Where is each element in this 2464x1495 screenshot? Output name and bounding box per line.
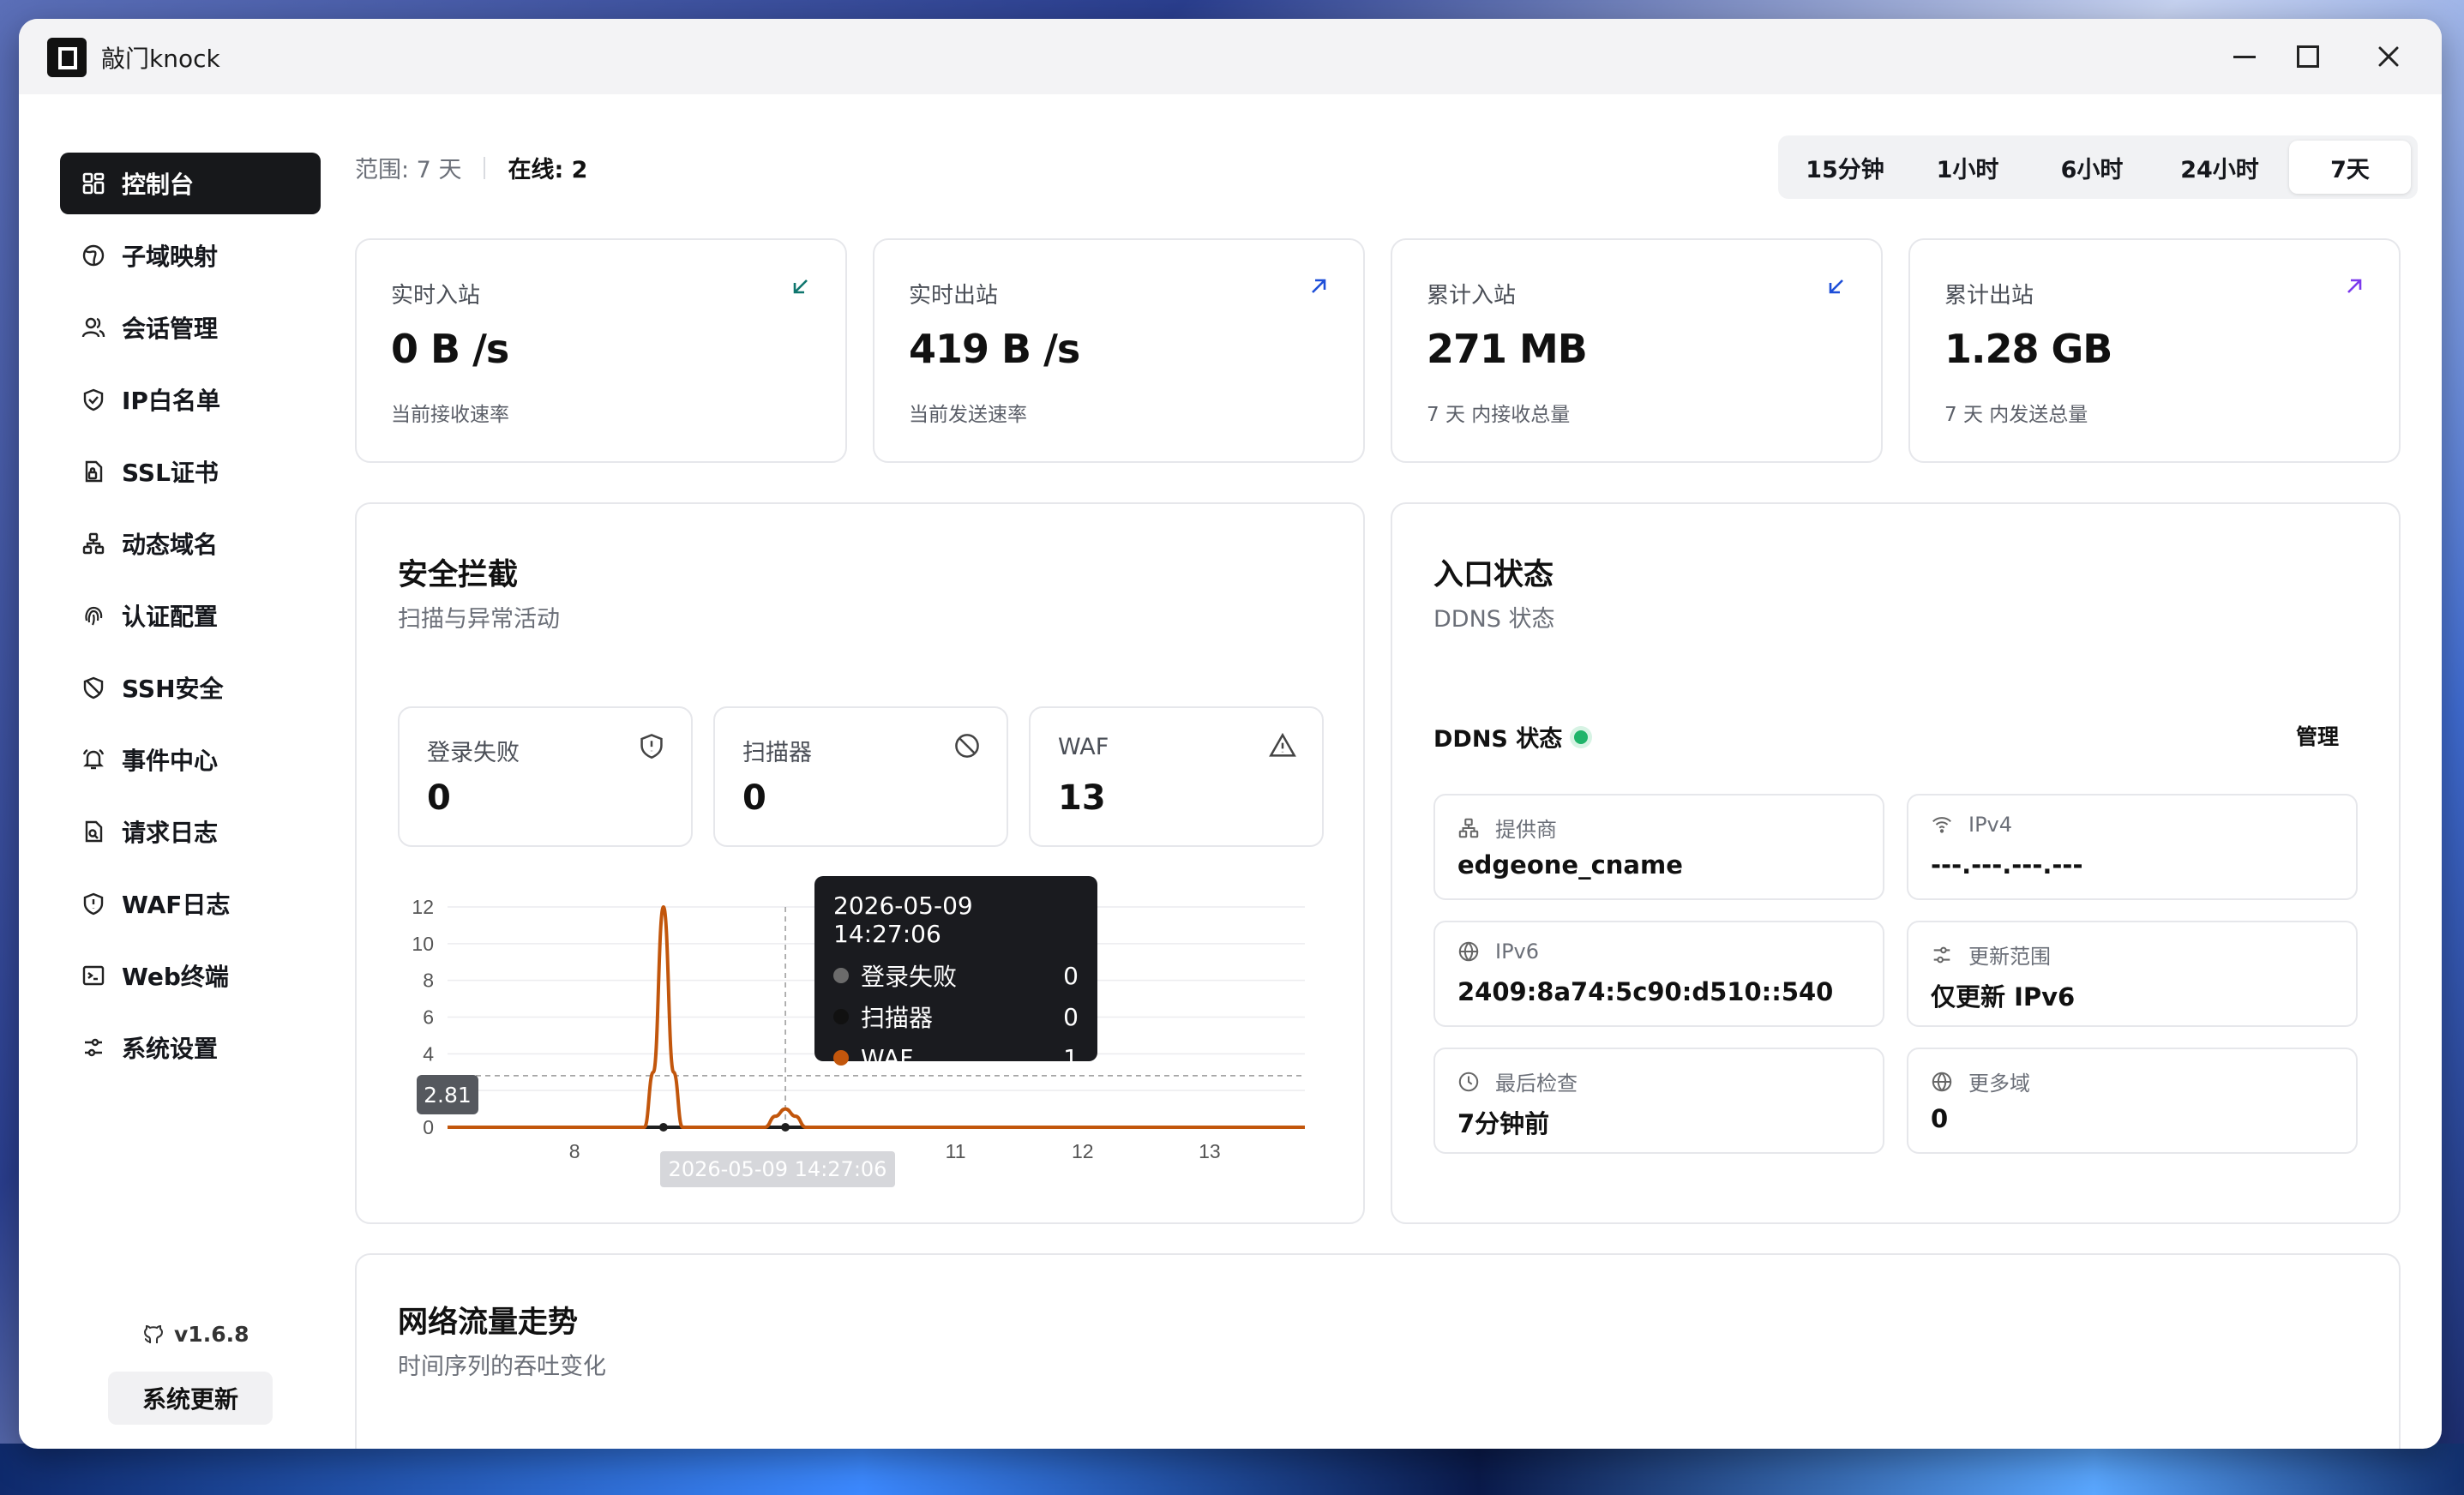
sliders-icon [1933,946,1950,963]
globe-icon [1932,1072,1952,1091]
tooltip-series-name: WAF [861,1043,914,1072]
x-tick-label: 8 [569,1140,580,1162]
entry-status-panel: 入口状态 DDNS 状态 DDNS 状态 管理 提供商 edgeone_cnam… [1391,502,2401,1224]
data-point [658,1123,668,1132]
tooltip-series-name: 登录失败 [861,963,958,991]
tooltip-series-value: 0 [1063,1002,1079,1031]
info-label-text: 最后检查 [1495,1072,1578,1096]
ddns-status-heading: DDNS 状态 [1433,720,1589,754]
info-label: 提供商 [1457,813,1557,843]
y-tick-label: 10 [412,933,434,955]
info-label-text: 更新范围 [1968,945,2051,969]
desktop-wallpaper [0,1444,2464,1495]
wifi-icon [1932,817,1951,833]
panel-subtitle: 时间序列的吞吐变化 [398,1354,606,1380]
info-label: IPv6 [1457,940,1539,964]
panel-title: 入口状态 [1433,558,1554,592]
tooltip-row: WAF 1 [833,1037,1079,1078]
ddns-provider: 提供商 edgeone_cname [1433,794,1884,900]
tooltip-row: 扫描器 0 [833,996,1079,1037]
app-window: 敲门knock 控制台 子域映射 会话管理 IP白名单 SSL证书 动态域名 认… [19,19,2442,1449]
series-dot [833,1009,849,1024]
globe-icon [1458,941,1479,962]
info-value: 7分钟前 [1457,1109,1550,1138]
series-dot [833,1050,849,1066]
ddns-ipv4: IPv4 ---.---.---.--- [1907,794,2358,900]
tooltip-title: 2026-05-09 14:27:06 [833,892,973,948]
clock-icon [1458,1072,1479,1091]
y-tick-label: 4 [423,1042,434,1065]
tooltip-series-name: 扫描器 [861,1004,934,1032]
status-dot-icon [1574,729,1589,744]
info-value: 0 [1931,1104,1949,1133]
crosshair-x-label: 2026-05-09 14:27:06 [660,1151,895,1187]
crosshair-y-label: 2.81 [417,1075,478,1114]
panel-title: 网络流量走势 [398,1306,579,1340]
data-point [781,1123,790,1132]
panel-subtitle: DDNS 状态 [1433,606,1555,633]
ddns-last-check: 最后检查 7分钟前 [1433,1048,1884,1154]
ddns-update-scope: 更新范围 仅更新 IPv6 [1907,921,2358,1027]
manage-button[interactable]: 管理 [2296,720,2339,751]
info-label-text: IPv4 [1968,813,2013,837]
info-label: 更多域 [1931,1066,2030,1096]
ddns-status-label: DDNS 状态 [1433,726,1563,753]
y-tick-label: 0 [423,1116,434,1138]
ddns-ipv6: IPv6 2409:8a74:5c90:d510::540 [1433,921,1884,1027]
x-tick-label: 11 [946,1140,966,1162]
info-label-text: 提供商 [1495,818,1557,842]
y-tick-label: 12 [412,896,434,918]
info-value: 仅更新 IPv6 [1931,982,2076,1012]
network-icon [1458,818,1479,838]
info-value: edgeone_cname [1457,850,1683,880]
info-value: ---.---.---.--- [1931,850,2083,880]
tooltip-series-value: 0 [1063,961,1079,990]
traffic-trend-panel: 网络流量走势 时间序列的吞吐变化 [355,1253,2401,1449]
info-label: 更新范围 [1931,940,2051,970]
tooltip-series-value: 1 [1063,1043,1079,1072]
ddns-more-domains: 更多域 0 [1907,1048,2358,1154]
y-tick-label: 6 [423,1006,434,1029]
info-value: 2409:8a74:5c90:d510::540 [1457,977,1834,1006]
info-label-text: 更多域 [1968,1072,2030,1096]
y-tick-label: 8 [423,970,434,992]
series-dot [833,968,849,983]
x-tick-label: 13 [1199,1140,1221,1162]
info-label-text: IPv6 [1495,940,1540,964]
tooltip-row: 登录失败 0 [833,955,1079,996]
info-label: 最后检查 [1457,1066,1578,1096]
x-tick-label: 12 [1072,1140,1094,1162]
chart-tooltip: 2026-05-09 14:27:06 登录失败 0 扫描器 0 WAF 1 [814,876,1097,1072]
info-label: IPv4 [1931,813,2012,837]
